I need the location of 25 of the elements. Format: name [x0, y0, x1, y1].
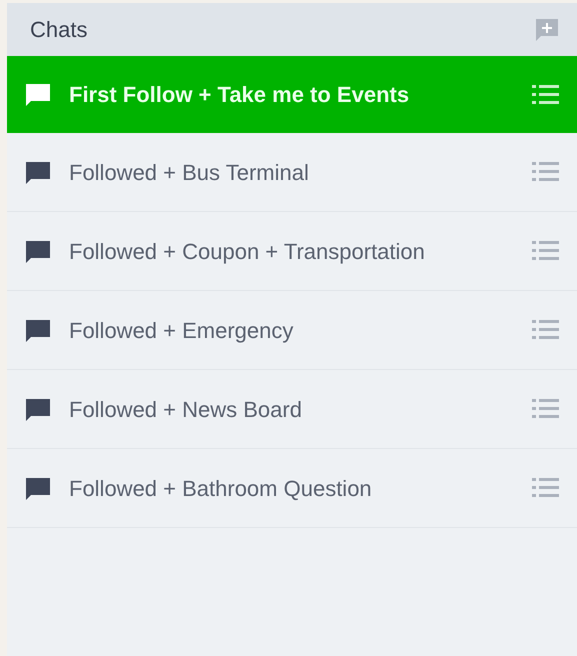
chat-bubble-icon — [25, 238, 51, 264]
panel-title: Chats — [30, 16, 88, 44]
chat-title: Followed + Bathroom Question — [69, 474, 373, 502]
chat-title: Followed + Bus Terminal — [69, 158, 310, 186]
list-menu-icon[interactable] — [532, 240, 559, 262]
chat-bubble-icon — [25, 396, 51, 422]
chat-title: Followed + News Board — [69, 396, 303, 424]
chat-bubble-icon — [25, 318, 51, 342]
chat-title: First Follow + Take me to Events — [69, 81, 410, 109]
list-menu-icon[interactable] — [532, 161, 559, 183]
chat-item[interactable]: Followed + Bathroom Question — [7, 449, 577, 528]
chat-title: Followed + Emergency — [69, 316, 294, 345]
chat-title: Followed + Coupon + Transportation — [69, 238, 426, 266]
chat-bubble-icon — [25, 476, 51, 500]
chat-item[interactable]: Followed + News Board — [7, 370, 577, 449]
chat-item[interactable]: Followed + Emergency — [7, 291, 577, 370]
chat-item[interactable]: Followed + Coupon + Transportation — [7, 212, 577, 291]
new-chat-icon[interactable] — [535, 18, 559, 42]
list-menu-icon[interactable] — [532, 398, 559, 420]
chat-bubble-icon — [25, 82, 51, 107]
chat-bubble-icon — [25, 160, 51, 184]
list-menu-icon[interactable] — [532, 477, 559, 499]
chat-item[interactable]: Followed + Bus Terminal — [7, 133, 577, 212]
list-menu-icon[interactable] — [532, 319, 559, 341]
list-menu-icon[interactable] — [532, 84, 559, 106]
